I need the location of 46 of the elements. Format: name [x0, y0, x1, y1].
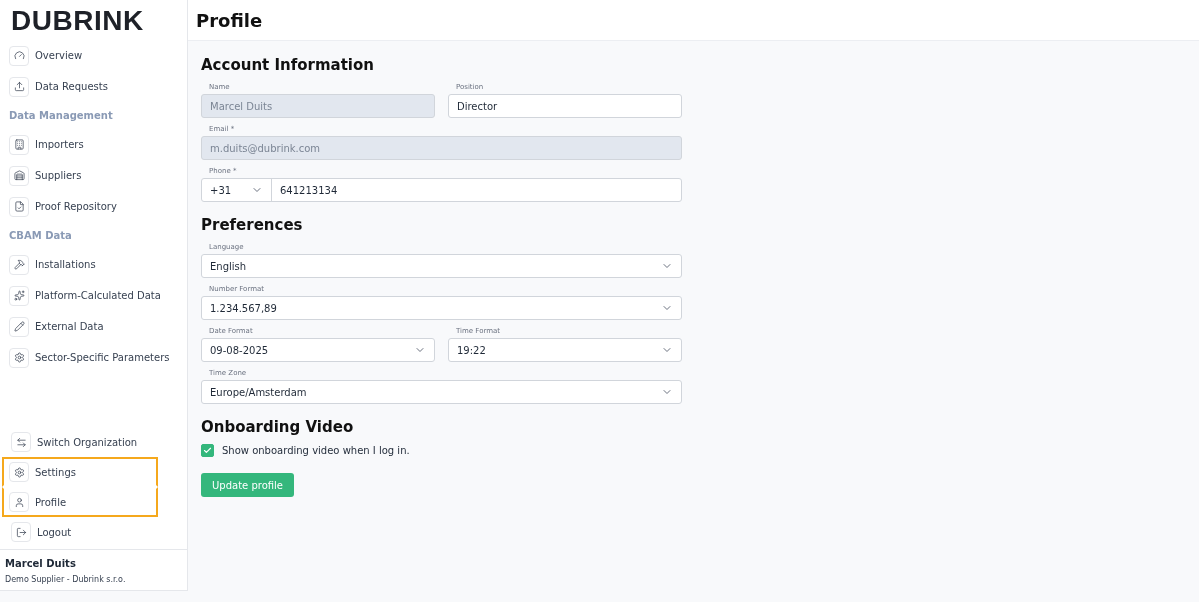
nav-icon: [9, 462, 29, 482]
nav-icon: [9, 76, 29, 97]
nav-item[interactable]: Installations: [9, 249, 178, 280]
section-heading: Onboarding Video: [201, 417, 355, 438]
select-field[interactable]: Europe/Amsterdam: [201, 380, 682, 404]
nav-icon: [9, 45, 29, 66]
select-field[interactable]: 09-08-2025: [201, 338, 435, 362]
section-heading: Account Information: [201, 55, 375, 76]
section-title: Data Management: [9, 109, 114, 123]
nav-icon: [9, 196, 29, 217]
nav-item[interactable]: Platform-Calculated Data: [9, 280, 178, 311]
nav-item[interactable]: Profile: [2, 487, 158, 517]
select-field[interactable]: 19:22: [448, 338, 682, 362]
nav-item[interactable]: Settings: [2, 457, 158, 487]
nav-item[interactable]: Proof Repository: [9, 191, 178, 222]
nav-icon: [9, 254, 29, 275]
nav-icon: [9, 492, 29, 512]
page-title: Profile: [196, 9, 263, 31]
input-field[interactable]: Director: [448, 94, 682, 118]
nav-item[interactable]: Logout: [2, 517, 158, 547]
checkbox[interactable]: [201, 444, 214, 457]
logo: DUBRINK: [10, 4, 145, 38]
nav-icon: [9, 316, 29, 337]
nav-icon: [9, 347, 29, 368]
nav-icon: [11, 522, 31, 542]
nav-item[interactable]: Overview: [9, 40, 178, 71]
select-field[interactable]: 1.234.567,89: [201, 296, 682, 320]
nav-item[interactable]: Suppliers: [9, 160, 178, 191]
nav-item[interactable]: External Data: [9, 311, 178, 342]
checkbox-label: Show onboarding video when I log in.: [222, 445, 410, 456]
section-heading: Preferences: [201, 215, 304, 236]
checkmark-icon: [203, 446, 212, 455]
nav-icon: [11, 432, 31, 452]
nav-item[interactable]: Importers: [9, 129, 178, 160]
section-title: CBAM Data: [9, 229, 73, 243]
nav-item[interactable]: Data Requests: [9, 71, 178, 102]
user-name: Marcel Duits: [5, 558, 77, 569]
nav-icon: [9, 165, 29, 186]
nav-item[interactable]: Sector-Specific Parameters: [9, 342, 178, 373]
user-organization: Demo Supplier - Dubrink s.r.o.: [5, 575, 127, 584]
nav-icon: [9, 134, 29, 155]
nav-icon: [9, 285, 29, 306]
country-code-select[interactable]: +31: [202, 179, 272, 201]
phone-field[interactable]: +31 641213134: [201, 178, 682, 202]
select-field[interactable]: English: [201, 254, 682, 278]
nav-item[interactable]: Switch Organization: [2, 427, 158, 457]
